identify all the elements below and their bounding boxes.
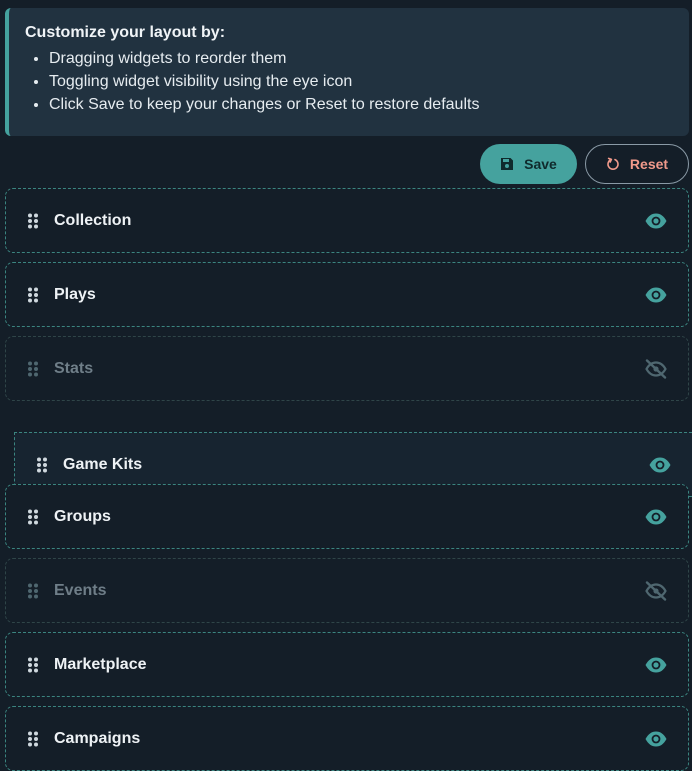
widget-card[interactable]: Groups <box>5 484 689 549</box>
instructions-title: Customize your layout by: <box>25 24 226 41</box>
refresh-icon <box>607 157 619 170</box>
widget-label: Collection <box>54 211 132 229</box>
drag-handle-icon[interactable] <box>28 287 38 303</box>
instruction-item: Click Save to keep your changes or Reset… <box>49 93 673 116</box>
eye-off-icon[interactable] <box>644 580 668 601</box>
eye-off-icon[interactable] <box>644 358 668 379</box>
widget-label: Plays <box>54 285 96 303</box>
eye-icon[interactable] <box>644 507 668 527</box>
widget-card[interactable]: Collection <box>5 188 689 253</box>
drag-handle-icon[interactable] <box>28 583 38 599</box>
widget-card[interactable]: Plays <box>5 262 689 327</box>
instructions-list: Dragging widgets to reorder them Togglin… <box>25 47 673 116</box>
floppy-disk-icon <box>501 158 514 170</box>
drag-handle-icon[interactable] <box>28 657 38 673</box>
instruction-item: Dragging widgets to reorder them <box>49 47 673 70</box>
widget-card[interactable]: Events <box>5 558 689 623</box>
widget-label: Events <box>54 581 107 599</box>
widget-label: Marketplace <box>54 655 147 673</box>
widget-label: Stats <box>54 359 94 377</box>
save-button[interactable]: Save <box>480 144 577 184</box>
eye-icon[interactable] <box>644 211 668 231</box>
drag-handle-icon[interactable] <box>28 731 38 747</box>
widget-label: Groups <box>54 507 111 525</box>
widget-card[interactable]: Stats <box>5 336 689 401</box>
drag-handle-icon[interactable] <box>28 361 38 377</box>
widget-card[interactable]: Campaigns <box>5 706 689 771</box>
reset-button[interactable]: Reset <box>585 144 689 184</box>
widget-card[interactable]: Marketplace <box>5 632 689 697</box>
eye-icon[interactable] <box>644 655 668 675</box>
drag-handle-icon[interactable] <box>28 509 38 525</box>
instruction-item: Toggling widget visibility using the eye… <box>49 70 673 93</box>
widget-label: Campaigns <box>54 729 141 747</box>
eye-icon[interactable] <box>648 455 672 475</box>
eye-icon[interactable] <box>644 285 668 305</box>
layout-instructions: Customize your layout by: Dragging widge… <box>5 8 689 136</box>
eye-icon[interactable] <box>644 729 668 749</box>
drag-handle-icon[interactable] <box>37 457 47 473</box>
widget-label: Game Kits <box>63 455 143 473</box>
drag-handle-icon[interactable] <box>28 213 38 229</box>
save-label: Save <box>524 156 557 172</box>
reset-label: Reset <box>629 156 669 172</box>
